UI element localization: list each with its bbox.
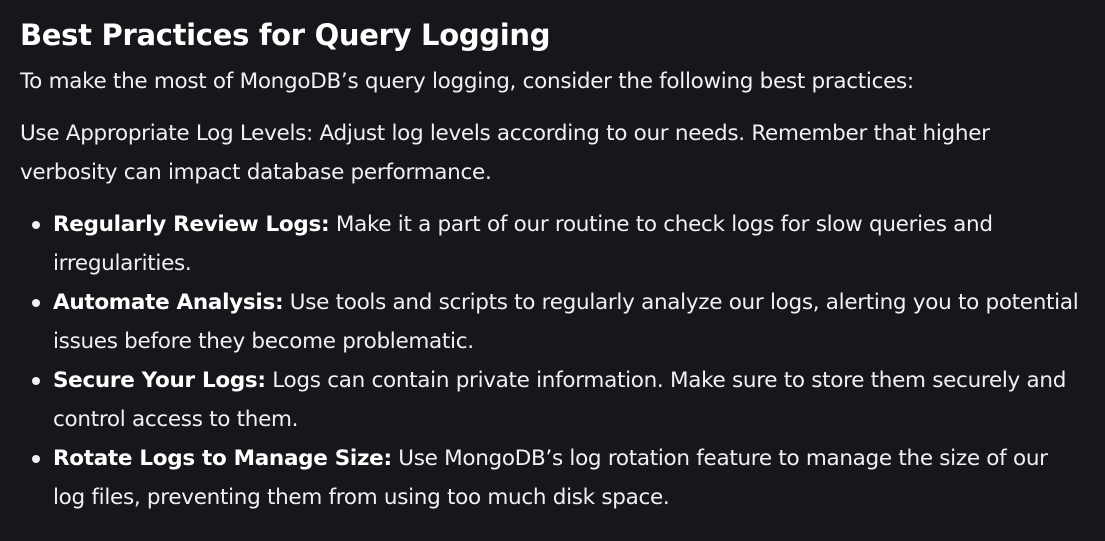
- bullet-icon: [32, 299, 40, 307]
- practice-term: Regularly Review Logs:: [53, 212, 330, 237]
- list-item: Automate Analysis: Use tools and scripts…: [20, 283, 1085, 361]
- bullet-icon: [32, 377, 40, 385]
- list-item: Secure Your Logs: Logs can contain priva…: [20, 361, 1085, 439]
- article-section: Best Practices for Query Logging To make…: [0, 0, 1105, 541]
- bullet-icon: [32, 221, 40, 229]
- practice-term: Rotate Logs to Manage Size:: [53, 446, 392, 471]
- practice-term: Automate Analysis:: [53, 290, 284, 315]
- best-practices-list: Regularly Review Logs: Make it a part of…: [20, 205, 1085, 517]
- list-item: Regularly Review Logs: Make it a part of…: [20, 205, 1085, 283]
- bullet-icon: [32, 455, 40, 463]
- log-levels-paragraph: Use Appropriate Log Levels: Adjust log l…: [20, 121, 990, 185]
- intro-paragraph: To make the most of MongoDB’s query logg…: [20, 69, 914, 94]
- practice-term: Secure Your Logs:: [53, 368, 266, 393]
- section-heading: Best Practices for Query Logging: [20, 18, 551, 52]
- list-item: Rotate Logs to Manage Size: Use MongoDB’…: [20, 439, 1085, 517]
